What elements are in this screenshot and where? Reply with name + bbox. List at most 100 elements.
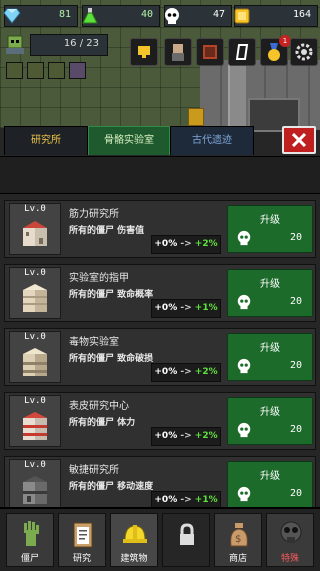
nav-zombies[interactable]: 僵尸 (6, 513, 54, 567)
bonus-next: +1% (194, 495, 218, 505)
flask-icon (82, 8, 98, 24)
tab-ancient-ruins[interactable]: 古代遗迹 (170, 126, 254, 155)
level-label: Lv.0 (24, 332, 46, 342)
map-icon (235, 44, 249, 60)
nav-label: 商店 (228, 554, 247, 564)
coin-counter: 164 (234, 5, 318, 27)
bonus-change: +0% -> +1% (151, 299, 221, 318)
skull-icon (237, 358, 251, 374)
bonus-arrow: -> (180, 239, 192, 249)
gas-mask-icon (280, 521, 302, 543)
coin-value: 164 (292, 9, 311, 20)
buff-slot-icon[interactable] (6, 62, 23, 79)
skull-icon (165, 8, 179, 24)
upgrade-description: 所有的僵尸 体力 (69, 418, 136, 428)
potion-value: 40 (140, 9, 153, 20)
upgrade-cost: 20 (289, 360, 302, 371)
character-icon (172, 44, 184, 61)
upgrade-name: 毒物实验室 (69, 337, 119, 348)
upgrade-button[interactable]: 升级 20 (227, 205, 313, 253)
upgrade-cost: 20 (289, 424, 302, 435)
beige-building-icon (23, 284, 47, 312)
nav-locked[interactable] (162, 513, 210, 567)
upgrade-name: 筋力研究所 (69, 209, 119, 220)
nav-label: 特殊 (280, 554, 299, 564)
nav-shop[interactable]: $ 商店 (214, 513, 262, 567)
level-label: Lv.0 (24, 204, 46, 214)
upgrade-button[interactable]: 升级 20 (227, 461, 313, 509)
hard-hat-icon (123, 525, 147, 543)
buff-icons (6, 62, 90, 80)
speech-button[interactable] (130, 38, 158, 66)
upgrade-button-label: 升级 (260, 343, 280, 354)
level-label: Lv.0 (24, 396, 46, 406)
zombie-hand-icon (24, 521, 39, 546)
bonus-arrow: -> (180, 367, 192, 377)
bonus-current: +0% (154, 431, 178, 441)
upgrade-description: 所有的僵尸 致命破损 (69, 354, 154, 364)
zombie-count-box: 16 / 23 (30, 34, 108, 56)
speech-bubble-icon (138, 46, 150, 58)
bonus-current: +0% (154, 495, 178, 505)
bonus-arrow: -> (180, 303, 192, 313)
skull-icon (237, 422, 251, 438)
upgrade-description: 所有的僵尸 伤害值 (69, 226, 145, 236)
nav-research[interactable]: 研究 (58, 513, 106, 567)
upgrade-button[interactable]: 升级 20 (227, 269, 313, 317)
upgrade-name: 表皮研究中心 (69, 401, 129, 412)
upgrade-row: Lv.0 敏捷研究所 所有的僵尸 移动速度 +0% -> +1% 升级 20 (4, 456, 316, 514)
tab-bone-lab[interactable]: 骨骼实验室 (88, 126, 170, 155)
scene-crate (188, 108, 204, 126)
upgrade-name: 敏捷研究所 (69, 465, 119, 476)
bonus-current: +0% (154, 303, 178, 313)
layered-building-icon (23, 348, 47, 376)
potion-counter: 40 (82, 5, 160, 27)
upgrade-row: Lv.0 实验室的指甲 所有的僵尸 致命概率 +0% -> +1% 升级 20 (4, 264, 316, 322)
upgrade-cost: 20 (289, 488, 302, 499)
skull-icon (237, 294, 251, 310)
medal-button[interactable]: 1 (260, 35, 291, 66)
bonus-arrow: -> (180, 431, 192, 441)
coin-icon (234, 8, 250, 24)
map-button[interactable] (228, 38, 256, 66)
striped-building-icon (23, 412, 47, 440)
bonus-change: +0% -> +2% (151, 235, 221, 254)
building-icon-frame: Lv.0 (9, 459, 61, 511)
zombie-face-icon (6, 35, 24, 54)
character-button[interactable] (164, 38, 192, 66)
bonus-arrow: -> (180, 495, 192, 505)
skull-icon (237, 230, 251, 246)
nav-buildings[interactable]: 建筑物 (110, 513, 158, 567)
book-button[interactable] (196, 38, 224, 66)
bonus-change: +0% -> +2% (151, 363, 221, 382)
nav-label: 研究 (72, 554, 91, 564)
upgrade-list: Lv.0 筋力研究所 所有的僵尸 伤害值 +0% -> +2% 升级 20 Lv… (4, 200, 316, 520)
nav-label: 建筑物 (120, 554, 148, 564)
bonus-next: +2% (194, 239, 218, 249)
upgrade-button[interactable]: 升级 20 (227, 397, 313, 445)
nav-special[interactable]: 特殊 (266, 513, 314, 567)
settings-button[interactable] (290, 38, 318, 66)
upgrade-description: 所有的僵尸 致命概率 (69, 290, 154, 300)
upgrade-name: 实验室的指甲 (69, 273, 129, 284)
buff-slot-icon[interactable] (27, 62, 44, 79)
bonus-change: +0% -> +2% (151, 427, 221, 446)
bonus-next: +1% (194, 303, 218, 313)
upgrade-button[interactable]: 升级 20 (227, 333, 313, 381)
close-button[interactable] (282, 126, 316, 154)
book-icon (203, 45, 217, 59)
upgrade-cost: 20 (289, 232, 302, 243)
upgrade-row: Lv.0 表皮研究中心 所有的僵尸 体力 +0% -> +2% 升级 20 (4, 392, 316, 450)
bonus-next: +2% (194, 431, 218, 441)
bonus-current: +0% (154, 367, 178, 377)
upgrade-row: Lv.0 毒物实验室 所有的僵尸 致命破损 +0% -> +2% 升级 20 (4, 328, 316, 386)
upgrade-button-label: 升级 (260, 407, 280, 418)
building-icon-frame: Lv.0 (9, 203, 61, 255)
bottom-nav: 僵尸 研究 建筑物 $ 商店 特殊 (0, 507, 320, 571)
buff-slot-icon[interactable] (48, 62, 65, 79)
nav-label: 僵尸 (20, 554, 39, 564)
tab-bar: 研究所 骨骼实验室 古代遗迹 (4, 126, 316, 156)
upgrade-button-label: 升级 (260, 279, 280, 290)
tab-research-institute[interactable]: 研究所 (4, 126, 88, 155)
buff-slot-icon[interactable] (69, 62, 86, 79)
